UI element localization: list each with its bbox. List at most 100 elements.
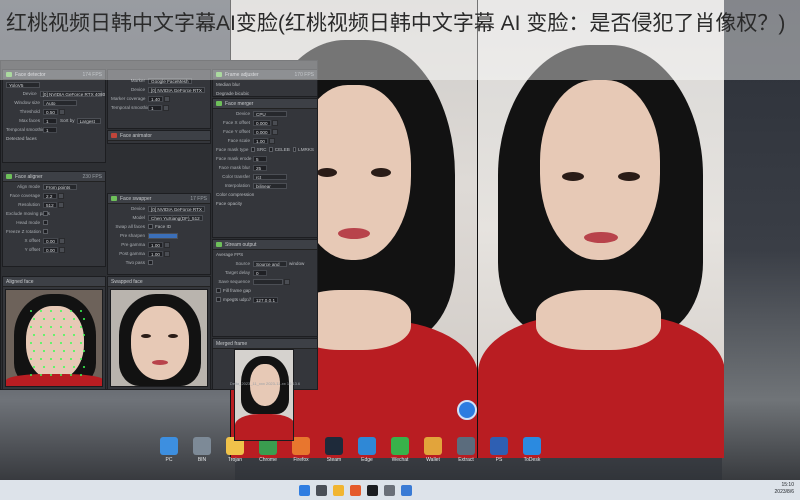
stepper-button[interactable]: [163, 250, 170, 257]
head-mode-checkbox[interactable]: [43, 220, 48, 225]
desktop-icon-ps[interactable]: PS: [484, 437, 514, 463]
desktop-icon-steam[interactable]: Steam: [319, 437, 349, 463]
threshold-input[interactable]: 0.50: [43, 108, 58, 115]
swap-all-checkbox[interactable]: [148, 224, 153, 229]
face-mask-type-label: Face mask type: [216, 147, 249, 152]
start-icon[interactable]: [299, 484, 310, 496]
firefox-icon[interactable]: [350, 484, 361, 496]
marker-smoothing-input[interactable]: 1: [148, 104, 162, 111]
mpegts-checkbox[interactable]: [216, 297, 221, 302]
exclude-moving-checkbox[interactable]: [43, 211, 48, 216]
landmark-point: [63, 366, 65, 368]
app-icon[interactable]: [401, 484, 412, 496]
interpolation-select[interactable]: bilinear: [253, 182, 287, 189]
landmark-point: [33, 334, 35, 336]
celeb-label: CELEB: [274, 147, 290, 152]
desktop-icon-todesk[interactable]: ToDesk: [517, 437, 547, 463]
mask-blur-input[interactable]: 25: [253, 164, 267, 171]
stepper-button[interactable]: [58, 108, 65, 115]
y-offset-input[interactable]: 0.00: [43, 246, 58, 253]
swapper-device-label: Device: [130, 206, 145, 211]
taskbar: 15:10 2023/8/6: [0, 480, 800, 500]
landmark-point: [73, 366, 75, 368]
save-path-input[interactable]: [253, 278, 283, 285]
desktop-icon-label: Firefox: [293, 457, 309, 463]
stepper-button[interactable]: [58, 201, 64, 208]
target-delay-input[interactable]: 0: [253, 269, 267, 276]
device-select[interactable]: [0] NVIDIA GeForce RTX 4080: [39, 90, 105, 97]
desktop-icon-extract[interactable]: Extract: [451, 437, 481, 463]
sort-by-select[interactable]: Largest: [76, 117, 101, 124]
enable-toggle[interactable]: [111, 133, 117, 138]
temporal-smoothing-input[interactable]: 1: [43, 126, 57, 133]
pre-gamma-row: Pre gamma 1.00: [108, 240, 210, 249]
face-y-offset-input[interactable]: 0.000: [253, 128, 271, 135]
landmark-point: [73, 318, 75, 320]
freeze-z-checkbox[interactable]: [43, 229, 48, 234]
marker-smoothing-label: Temporal smoothing: [111, 105, 153, 110]
marker-coverage-input[interactable]: 1.40: [148, 95, 163, 102]
desktop-icon-pc[interactable]: PC: [154, 437, 184, 463]
exclude-moving-row: Exclude moving parts: [3, 209, 105, 218]
desktop-icon-edge[interactable]: Edge: [352, 437, 382, 463]
max-faces-input[interactable]: 1: [43, 117, 57, 124]
face-coverage-label: Face coverage: [9, 193, 40, 198]
stepper-button[interactable]: [163, 104, 169, 111]
lmrks-checkbox[interactable]: [292, 147, 297, 152]
stepper-button[interactable]: [271, 128, 278, 135]
landmark-point: [83, 366, 85, 368]
desktop-icon-wallet[interactable]: Wallet: [418, 437, 448, 463]
stepper-button[interactable]: [271, 119, 278, 126]
window-size-select[interactable]: Auto: [43, 99, 77, 106]
sort-by-label: Sort by: [60, 118, 75, 123]
model-select[interactable]: Chen YuXiang(DF)_512: [148, 214, 203, 221]
swapper-device-select[interactable]: [0] NVIDIA GeForce RTX: [148, 205, 205, 212]
swap-all-label: Swap all faces: [115, 224, 145, 229]
src-checkbox[interactable]: [251, 147, 255, 152]
landmark-point: [70, 358, 72, 360]
stepper-button[interactable]: [163, 95, 170, 102]
x-offset-input[interactable]: 0.00: [43, 237, 58, 244]
stepper-button[interactable]: [58, 246, 65, 253]
marker-device-select[interactable]: [0] NVIDIA GeForce RTX: [148, 86, 205, 93]
fill-frame-gap-checkbox[interactable]: [216, 288, 221, 293]
face-x-offset-input[interactable]: 0.000: [253, 119, 271, 126]
desktop-icon-wechat[interactable]: Wechat: [385, 437, 415, 463]
median-blur-row: Median blur: [213, 80, 317, 89]
stepper-button[interactable]: [268, 137, 275, 144]
mask-erode-input[interactable]: 5: [253, 155, 267, 162]
enable-toggle[interactable]: [111, 196, 117, 201]
source-select[interactable]: Source and: [253, 260, 287, 267]
stepper-button[interactable]: [58, 237, 65, 244]
search-icon[interactable]: [316, 484, 327, 496]
app-icon[interactable]: [384, 484, 395, 496]
desktop-icon-bin[interactable]: BIN: [187, 437, 217, 463]
align-mode-select[interactable]: From points: [43, 183, 77, 190]
address-input[interactable]: 127.0.0.1: [252, 296, 279, 303]
color-transfer-select[interactable]: rct: [253, 173, 287, 180]
celeb-checkbox[interactable]: [269, 147, 273, 152]
face-scale-input[interactable]: 1.00: [253, 137, 268, 144]
system-tray[interactable]: 15:10 2023/8/6: [775, 482, 794, 496]
desktop-icon-label: BIN: [197, 457, 207, 463]
two-pass-checkbox[interactable]: [148, 260, 153, 265]
file-explorer-icon[interactable]: [333, 484, 344, 496]
shutter-button[interactable]: [457, 400, 477, 420]
face-coverage-input[interactable]: 2.2: [43, 192, 57, 199]
pre-sharpen-slider[interactable]: [148, 232, 178, 239]
terminal-icon[interactable]: [367, 484, 378, 496]
stepper-button[interactable]: [163, 241, 170, 248]
enable-toggle[interactable]: [216, 242, 222, 247]
folder-icon[interactable]: [284, 278, 290, 285]
resolution-input[interactable]: 512: [43, 201, 57, 208]
stepper-button[interactable]: [58, 192, 64, 199]
landmark-point: [30, 310, 32, 312]
enable-toggle[interactable]: [6, 174, 12, 179]
post-gamma-input[interactable]: 1.00: [148, 250, 163, 257]
merger-device-select[interactable]: CPU: [253, 110, 287, 117]
pre-gamma-input[interactable]: 1.00: [148, 241, 163, 248]
temporal-smoothing-row: Temporal smoothing 1: [3, 125, 105, 134]
enable-toggle[interactable]: [216, 101, 222, 106]
detector-select[interactable]: YoloV5: [6, 81, 40, 88]
target-delay-row: Target delay 0: [213, 268, 317, 277]
